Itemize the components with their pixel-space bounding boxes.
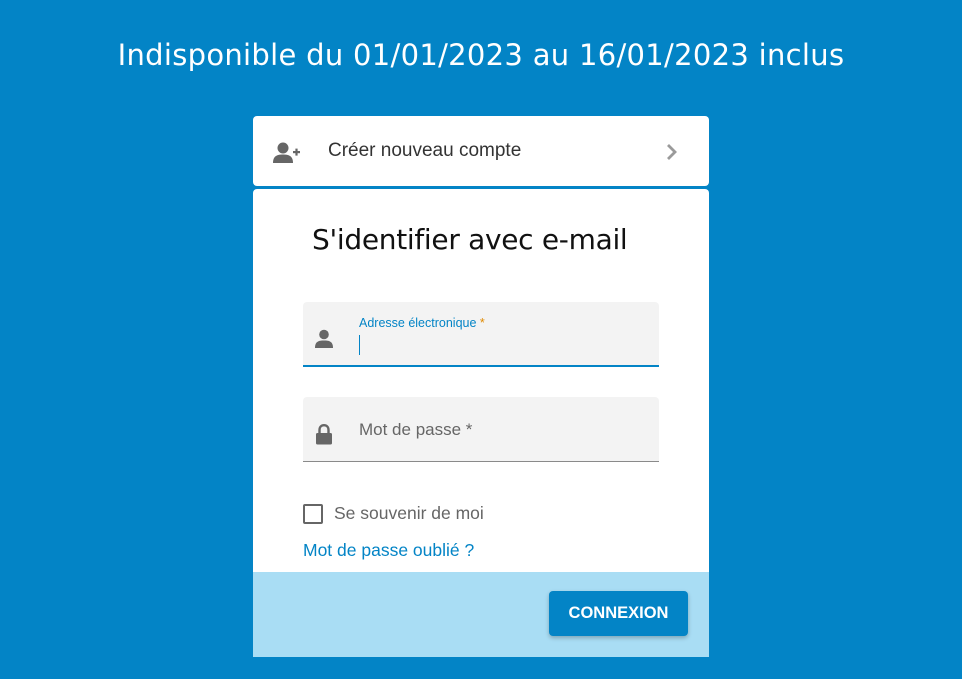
password-field[interactable]: Mot de passe * — [303, 397, 659, 462]
remember-me[interactable]: Se souvenir de moi — [303, 503, 484, 524]
chevron-right-icon — [665, 142, 679, 167]
create-account-button[interactable]: Créer nouveau compte — [253, 116, 709, 186]
remember-label: Se souvenir de moi — [334, 503, 484, 523]
forgot-password-link[interactable]: Mot de passe oublié ? — [303, 540, 474, 561]
password-label: Mot de passe * — [359, 420, 473, 439]
email-field[interactable]: Adresse électronique * — [303, 302, 659, 367]
text-cursor — [359, 335, 360, 355]
email-input[interactable] — [363, 330, 647, 350]
email-label: Adresse électronique * — [359, 316, 485, 330]
login-card: S'identifier avec e-mail Adresse électro… — [253, 189, 709, 657]
lock-icon — [315, 423, 333, 450]
add-user-icon — [273, 141, 301, 170]
unavailability-banner: Indisponible du 01/01/2023 au 16/01/2023… — [117, 38, 845, 72]
user-icon — [315, 329, 333, 354]
login-title: S'identifier avec e-mail — [312, 223, 628, 256]
login-footer: CONNEXION — [253, 572, 709, 657]
create-account-label: Créer nouveau compte — [328, 140, 522, 161]
remember-checkbox[interactable] — [303, 503, 323, 524]
connexion-button[interactable]: CONNEXION — [549, 591, 688, 636]
